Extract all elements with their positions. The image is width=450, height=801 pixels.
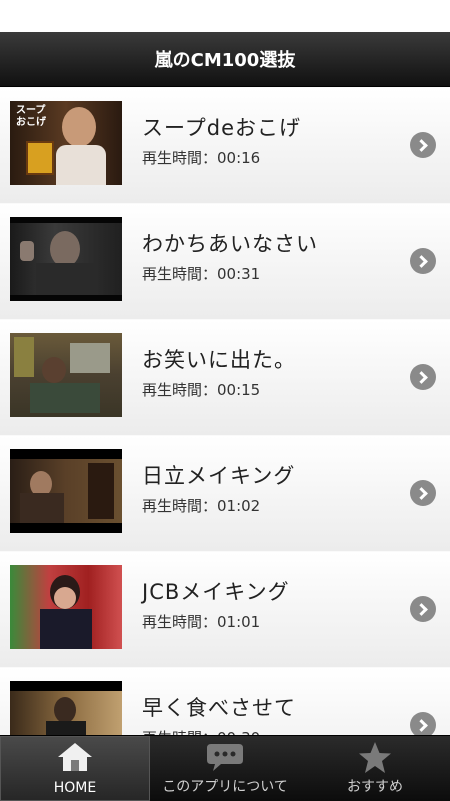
- video-title: 早く食べさせて: [142, 696, 296, 720]
- video-title: 日立メイキング: [142, 464, 296, 488]
- chevron-right-icon[interactable]: [410, 248, 436, 274]
- tab-label: HOME: [53, 780, 97, 796]
- video-duration: 再生時間：00:16: [142, 149, 261, 167]
- video-duration: 再生時間：01:01: [142, 613, 261, 631]
- video-thumbnail: [10, 217, 122, 301]
- video-thumbnail: [10, 333, 122, 417]
- list-item[interactable]: スープ おこげ スープdeおこげ 再生時間：00:16: [0, 87, 450, 204]
- title-bar: 嵐のCM100選抜: [0, 32, 450, 87]
- chevron-right-icon[interactable]: [410, 132, 436, 158]
- speech-bubble-icon: [207, 744, 243, 771]
- chevron-right-icon[interactable]: [410, 364, 436, 390]
- video-duration: 再生時間：00:30: [142, 727, 260, 735]
- tab-recommend[interactable]: おすすめ: [300, 736, 450, 801]
- video-duration: 再生時間：00:15: [142, 381, 261, 399]
- video-thumbnail: [10, 565, 122, 649]
- list-item[interactable]: JCBメイキング 再生時間：01:01: [0, 551, 450, 668]
- chevron-right-icon[interactable]: [410, 596, 436, 622]
- video-title: わかちあいなさい: [142, 232, 318, 256]
- list-item[interactable]: お笑いに出た。 再生時間：00:15: [0, 319, 450, 436]
- video-thumbnail: スープ おこげ: [10, 101, 122, 185]
- status-bar: [0, 0, 450, 32]
- thumbnail-caption: スープ おこげ: [16, 105, 46, 128]
- video-thumbnail: [10, 681, 122, 735]
- page-title: 嵐のCM100選抜: [154, 50, 296, 71]
- tab-label: おすすめ: [347, 779, 403, 795]
- star-icon: [359, 742, 391, 773]
- tab-bar: HOME このアプリについて おすすめ: [0, 735, 450, 801]
- video-thumbnail: [10, 449, 122, 533]
- chevron-right-icon[interactable]: [410, 480, 436, 506]
- list-item[interactable]: 早く食べさせて 再生時間：00:30: [0, 667, 450, 735]
- tab-about[interactable]: このアプリについて: [150, 736, 300, 801]
- video-duration: 再生時間：01:02: [142, 497, 261, 515]
- list-item[interactable]: 日立メイキング 再生時間：01:02: [0, 435, 450, 552]
- list-item[interactable]: わかちあいなさい 再生時間：00:31: [0, 203, 450, 320]
- video-duration: 再生時間：00:31: [142, 265, 261, 283]
- video-title: お笑いに出た。: [142, 348, 296, 372]
- tab-home[interactable]: HOME: [0, 736, 150, 801]
- home-icon: [58, 743, 92, 771]
- chevron-right-icon[interactable]: [410, 712, 436, 735]
- video-title: JCBメイキング: [142, 580, 290, 604]
- video-list[interactable]: スープ おこげ スープdeおこげ 再生時間：00:16 わかちあいなさい 再生時…: [0, 87, 450, 735]
- tab-label: このアプリについて: [162, 779, 288, 795]
- video-title: スープdeおこげ: [142, 116, 301, 140]
